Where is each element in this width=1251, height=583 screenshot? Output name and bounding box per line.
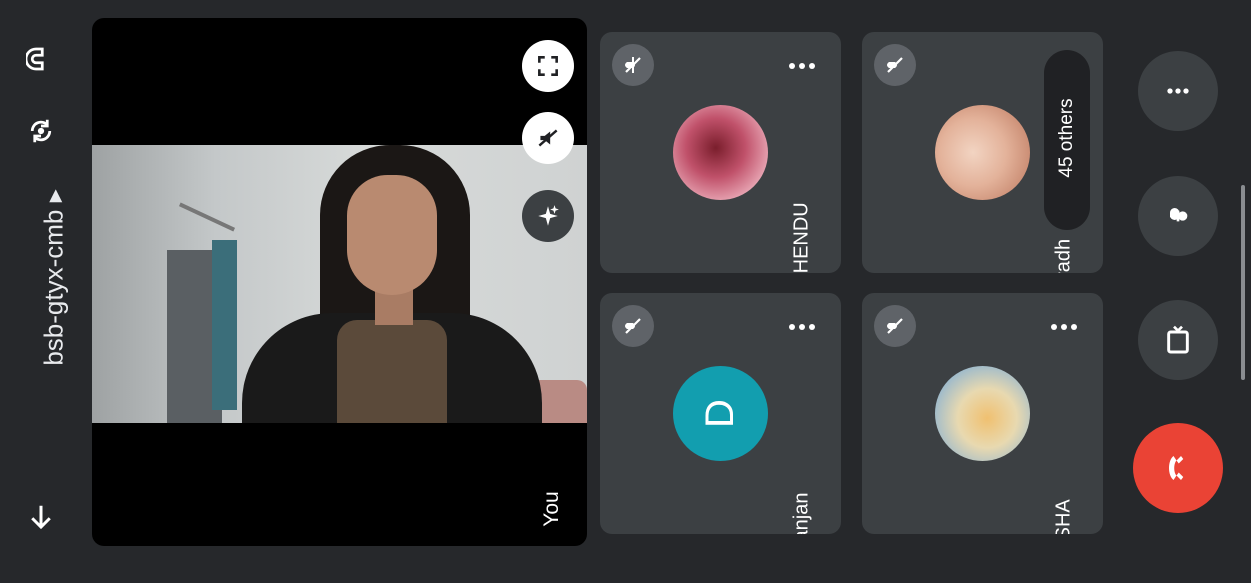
avatar xyxy=(673,105,768,200)
effects-button[interactable] xyxy=(522,190,574,242)
participant-more-icon[interactable] xyxy=(1048,317,1080,337)
back-arrow-icon[interactable] xyxy=(22,498,60,536)
end-call-button[interactable] xyxy=(1133,423,1223,513)
muted-icon xyxy=(874,305,916,347)
participant-tile-tiasha[interactable]: TIASHA xyxy=(862,293,1103,534)
scrollbar[interactable] xyxy=(1241,185,1245,380)
avatar xyxy=(935,366,1030,461)
self-mic-off-button[interactable] xyxy=(522,112,574,164)
cast-icon xyxy=(1167,325,1189,354)
person-kurta xyxy=(337,320,447,423)
participant-tile-anuradh[interactable]: Anuradh 45 others xyxy=(862,32,1103,273)
camera-switch-icon[interactable] xyxy=(22,112,60,150)
microphone-button[interactable] xyxy=(1138,176,1218,256)
end-call-icon xyxy=(1169,456,1184,480)
avatar: D xyxy=(673,366,768,461)
avatar-initial: D xyxy=(697,399,742,428)
avatar xyxy=(935,105,1030,200)
headset-audio-icon[interactable] xyxy=(22,40,60,78)
participant-name: TIASHA xyxy=(1053,392,1076,534)
mic-off-icon xyxy=(538,129,558,147)
meeting-code[interactable]: bsb-gtyx-cmb ▸ xyxy=(39,178,70,378)
muted-icon xyxy=(612,305,654,347)
participant-name: SUBHENDU xyxy=(790,202,813,273)
more-options-icon xyxy=(1167,88,1189,94)
background-curtain xyxy=(212,240,237,410)
participant-tile-subhendu[interactable]: SUBHENDU xyxy=(600,32,841,273)
participant-name: Dipanjan xyxy=(790,492,813,534)
effects-sparkle-icon xyxy=(538,205,559,226)
fullscreen-icon xyxy=(538,56,558,76)
background-curtain-rod xyxy=(178,202,236,232)
muted-icon xyxy=(612,44,654,86)
microphone-icon xyxy=(1170,208,1188,222)
others-badge[interactable]: 45 others xyxy=(1056,73,1078,203)
participant-tile-dipanjan[interactable]: D Dipanjan xyxy=(600,293,841,534)
more-options-button[interactable] xyxy=(1138,51,1218,131)
participant-more-icon[interactable] xyxy=(786,56,818,76)
self-video-feed xyxy=(92,145,587,423)
participant-more-icon[interactable] xyxy=(786,317,818,337)
self-label: You xyxy=(540,491,563,527)
muted-icon xyxy=(874,44,916,86)
fullscreen-button[interactable] xyxy=(522,40,574,92)
cast-button[interactable] xyxy=(1138,300,1218,380)
person-face xyxy=(347,175,437,295)
self-video-tile[interactable] xyxy=(92,18,587,546)
